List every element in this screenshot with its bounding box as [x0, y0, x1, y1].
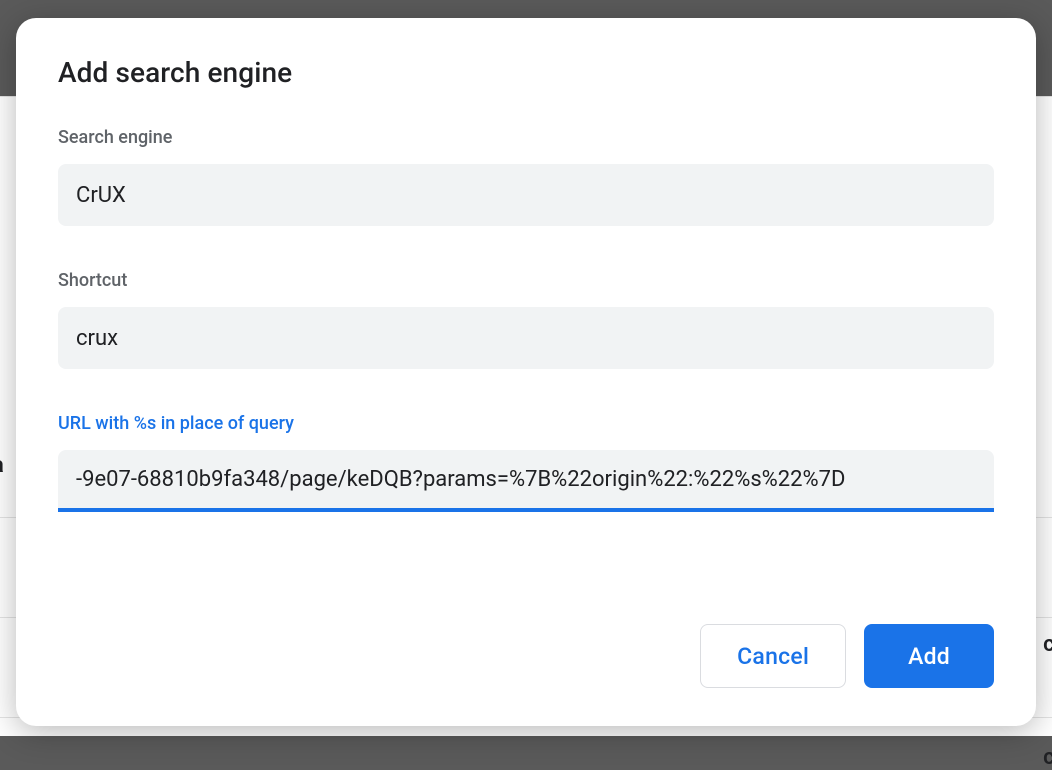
- url-label: URL with %s in place of query: [58, 413, 994, 434]
- dialog-title: Add search engine: [58, 56, 994, 89]
- url-field-group: URL with %s in place of query: [58, 413, 994, 512]
- search-engine-input[interactable]: [58, 164, 994, 226]
- add-search-engine-dialog: Add search engine Search engine Shortcut…: [16, 18, 1036, 726]
- background-text-fragment: a: [0, 453, 3, 478]
- background-text-fragment: ct: [1043, 632, 1052, 657]
- shortcut-label: Shortcut: [58, 270, 994, 291]
- search-engine-field-group: Search engine: [58, 127, 994, 226]
- url-input[interactable]: [58, 450, 994, 512]
- add-button[interactable]: Add: [864, 624, 994, 688]
- shortcut-input[interactable]: [58, 307, 994, 369]
- dialog-button-row: Cancel Add: [58, 624, 994, 688]
- background-text-fragment: ct: [1043, 745, 1052, 770]
- shortcut-field-group: Shortcut: [58, 270, 994, 369]
- cancel-button[interactable]: Cancel: [700, 624, 846, 688]
- search-engine-label: Search engine: [58, 127, 994, 148]
